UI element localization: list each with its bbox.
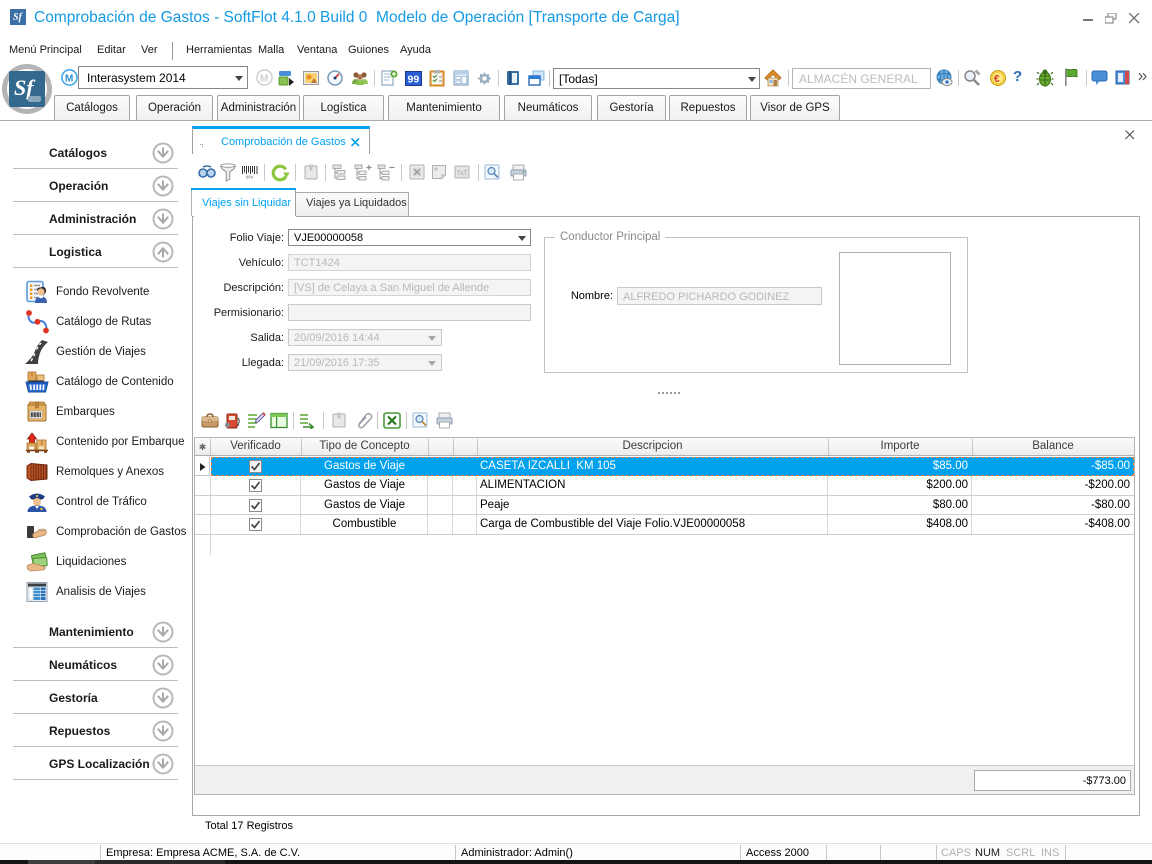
svg-text:€: € <box>994 74 1000 85</box>
svg-text:99: 99 <box>408 74 420 86</box>
svg-text:TxT: TxT <box>457 171 468 177</box>
svg-text:M: M <box>65 74 73 85</box>
svg-text:M: M <box>260 74 268 85</box>
svg-text:INV: INV <box>246 175 254 180</box>
